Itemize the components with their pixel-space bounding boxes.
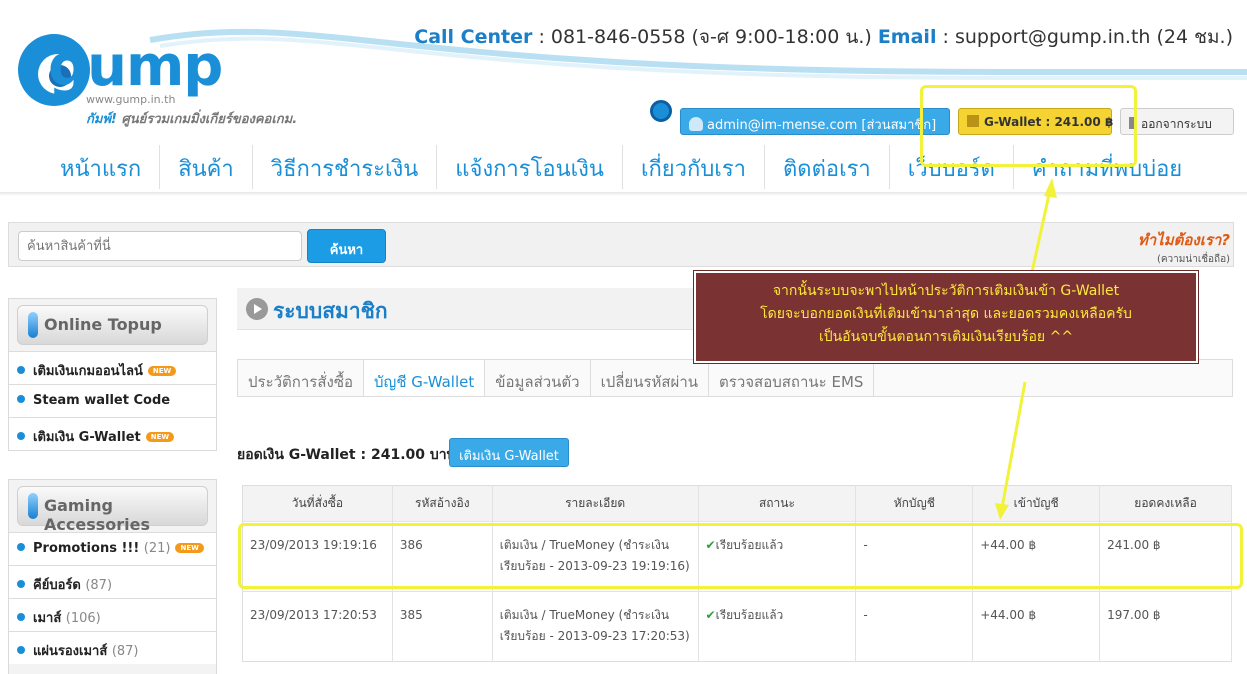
new-badge: NEW [175, 543, 204, 553]
sidebar-heading-accessories: Gaming Accessories [17, 486, 208, 534]
bullet-icon [17, 613, 25, 621]
logo-tagline: กัมพ์! ศูนย์รวมเกมมิ่งเกียร์ของคอเกม. [86, 108, 297, 129]
call-center-value: : 081-846-0558 (จ-ศ 9:00-18:00 น.) [538, 26, 872, 48]
col-balance: ยอดคงเหลือ [1099, 485, 1232, 522]
nav-about[interactable]: เกี่ยวกับเรา [623, 145, 765, 189]
sidebar-item-mouse[interactable]: เมาส์ (106) [9, 598, 216, 631]
sidebar-item-keyboard[interactable]: คีย์บอร์ด (87) [9, 565, 216, 598]
logout-button-label: ออกจากระบบ [1141, 117, 1212, 131]
tab-change-password[interactable]: เปลี่ยนรหัสผ่าน [591, 360, 710, 396]
tab-ems-status[interactable]: ตรวจสอบสถานะ EMS [709, 360, 875, 396]
bullet-icon [17, 543, 25, 551]
call-center-label: Call Center [414, 26, 533, 48]
logo-tagline-text: ศูนย์รวมเกมมิ่งเกียร์ของคอเกม. [121, 112, 298, 127]
sidebar-online-topup: Online Topup เติมเงินเกมออนไลน์ NEW Steam… [8, 298, 217, 451]
logo-wordmark: gump [48, 34, 223, 99]
logout-button[interactable]: ออกจากระบบ [1120, 108, 1234, 135]
col-date: วันที่สั่งซื้อ [242, 485, 393, 522]
search-input[interactable] [18, 231, 302, 261]
email-label: Email [877, 26, 937, 48]
sidebar-item-game-topup[interactable]: เติมเงินเกมออนไลน์ NEW [9, 351, 216, 384]
cell-balance: 197.00 ฿ [1099, 591, 1232, 662]
bullet-icon [17, 646, 25, 654]
nav-transfer-notice[interactable]: แจ้งการโอนเงิน [437, 145, 623, 189]
cell-debit: - [855, 591, 974, 662]
email-value[interactable]: : support@gump.in.th (24 ชม.) [943, 26, 1234, 48]
cell-ref: 385 [392, 591, 493, 662]
cell-status: ✔เรียบร้อยแล้ว [698, 591, 857, 662]
tab-profile[interactable]: ข้อมูลส่วนตัว [485, 360, 591, 396]
callout-line: โดยจะบอกยอดเงินที่เติมเข้ามาล่าสุด และยอ… [760, 306, 1132, 322]
nav-products[interactable]: สินค้า [160, 145, 253, 189]
table-row: 23/09/2013 17:20:53 385 เติมเงิน / TrueM… [242, 591, 1232, 662]
callout-line: เป็นอันจบขั้นตอนการเติมเงินเรียบร้อย ^^ [818, 329, 1074, 345]
globe-icon [650, 100, 672, 122]
topup-g-wallet-button[interactable]: เติมเงิน G-Wallet [449, 438, 569, 467]
table-header-row: วันที่สั่งซื้อ รหัสอ้างอิง รายละเอียด สถ… [242, 485, 1232, 522]
tab-order-history[interactable]: ประวัติการสั่งซื้อ [238, 360, 365, 396]
play-icon [246, 298, 268, 320]
bullet-icon [17, 395, 25, 403]
search-button[interactable]: ค้นหา [307, 229, 386, 263]
annotation-highlight-row [238, 523, 1243, 589]
new-badge: NEW [147, 366, 177, 376]
col-credit: เข้าบัญชี [972, 485, 1101, 522]
nav-divider [0, 192, 1247, 196]
logo-url: www.gump.in.th [86, 93, 176, 106]
bullet-icon [17, 580, 25, 588]
cell-date: 23/09/2013 17:20:53 [242, 591, 393, 662]
contact-info: Call Center : 081-846-0558 (จ-ศ 9:00-18:… [414, 22, 1233, 52]
cell-credit: +44.00 ฿ [972, 591, 1101, 662]
logo-brand: กัมพ์! [86, 112, 117, 127]
why-us-title: ทำไมต้องเรา? [1137, 231, 1230, 249]
col-detail: รายละเอียด [492, 485, 699, 522]
bullet-icon [17, 432, 25, 440]
account-button[interactable]: admin@im-mense.com [ส่วนสมาชิก] [680, 108, 950, 135]
nav-contact[interactable]: ติดต่อเรา [765, 145, 890, 189]
annotation-highlight-wallet [920, 85, 1137, 167]
sidebar-item-steam-wallet[interactable]: Steam wallet Code [9, 384, 216, 417]
sidebar-gaming-accessories: Gaming Accessories Promotions !!! (21) NE… [8, 479, 217, 674]
nav-payment[interactable]: วิธีการชำระเงิน [253, 145, 438, 189]
sidebar-item-mousepad[interactable]: แผ่นรองเมาส์ (87) [9, 631, 216, 664]
wallet-balance: ยอดเงิน G-Wallet : 241.00 บาท [237, 447, 456, 463]
sidebar-heading-online-topup: Online Topup [17, 305, 208, 345]
cell-detail: เติมเงิน / TrueMoney (ชำระเงินเรียบร้อย … [492, 591, 699, 662]
bullet-icon [17, 366, 25, 374]
sidebar-item-g-wallet-topup[interactable]: เติมเงิน G-Wallet NEW [9, 417, 216, 450]
sidebar-item-promotions[interactable]: Promotions !!! (21) NEW [9, 532, 216, 565]
member-tabs: ประวัติการสั่งซื้อ บัญชี G-Wallet ข้อมูลส่… [237, 359, 1233, 397]
col-status: สถานะ [698, 485, 857, 522]
check-icon: ✔ [705, 608, 716, 622]
heading-pill-icon [28, 493, 38, 519]
why-us-link[interactable]: ทำไมต้องเรา? (ความน่าเชื่อถือ) [1138, 228, 1230, 267]
section-title-text: ระบบสมาชิก [273, 299, 388, 323]
col-ref: รหัสอ้างอิง [392, 485, 493, 522]
new-badge: NEW [145, 432, 175, 442]
user-icon [689, 117, 703, 131]
why-us-subtitle: (ความน่าเชื่อถือ) [1156, 254, 1230, 265]
account-button-label: admin@im-mense.com [ส่วนสมาชิก] [707, 118, 937, 133]
annotation-callout: จากนั้นระบบจะพาไปหน้าประวัติการเติมเงินเ… [693, 270, 1199, 364]
heading-pill-icon [28, 312, 38, 338]
nav-home[interactable]: หน้าแรก [42, 145, 161, 189]
callout-line: จากนั้นระบบจะพาไปหน้าประวัติการเติมเงินเ… [772, 283, 1120, 299]
tab-g-wallet[interactable]: บัญชี G-Wallet [364, 360, 486, 396]
col-debit: หักบัญชี [855, 485, 974, 522]
